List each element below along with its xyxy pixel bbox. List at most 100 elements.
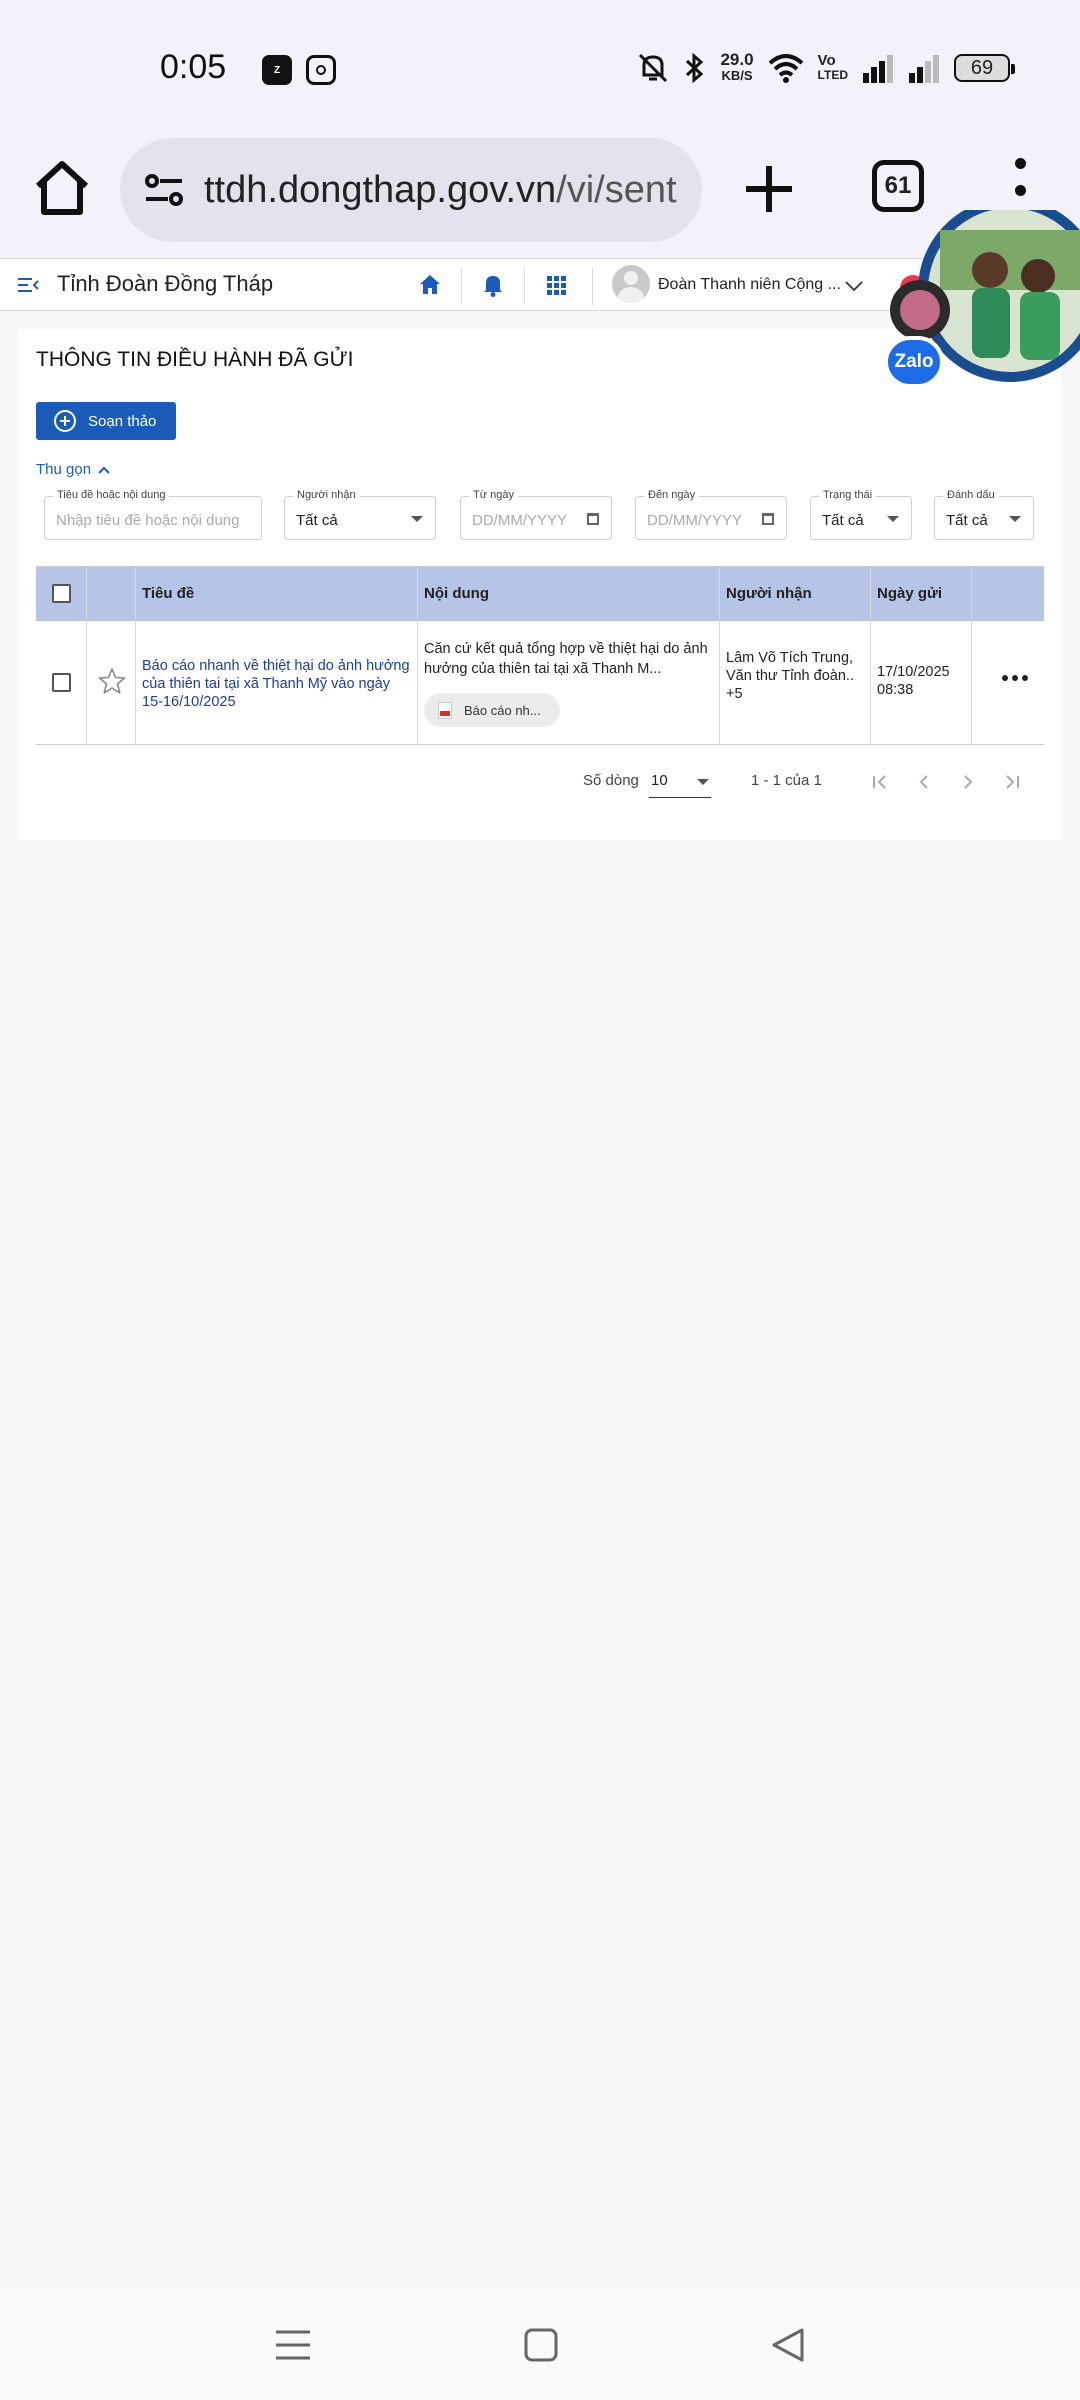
status-label: Trạng thái <box>819 489 877 501</box>
table-header: Tiêu đề Nội dung Người nhận Ngày gửi <box>36 567 1044 621</box>
volte-line1: Vo <box>817 52 836 69</box>
collapse-filters-link[interactable]: Thu gọn <box>36 461 111 478</box>
search-label: Tiêu đề hoặc nội dung <box>53 489 170 501</box>
recipient-value: Tất cả <box>296 512 338 529</box>
row-time: 08:38 <box>877 682 914 698</box>
org-title: Tỉnh Đoàn Đồng Tháp <box>57 271 274 296</box>
mute-icon <box>639 53 668 83</box>
address-bar[interactable]: ttdh.dongthap.gov.vn/vi/sent <box>120 138 702 242</box>
flag-value: Tất cả <box>946 512 988 529</box>
next-page-icon[interactable] <box>956 770 980 794</box>
row-recipient-cell: Lâm Võ Tích Trung, Văn thư Tỉnh đoàn.. +… <box>720 621 871 744</box>
menu-collapse-icon[interactable] <box>16 273 40 297</box>
status-time: 0:05 <box>160 48 227 86</box>
search-input[interactable]: Tiêu đề hoặc nội dung Nhập tiêu đề hoặc … <box>44 489 262 540</box>
url-text: ttdh.dongthap.gov.vn/vi/sent <box>204 169 677 212</box>
net-speed: 29.0 KB/S <box>720 50 754 84</box>
from-date-field[interactable]: Từ ngày DD/MM/YYYY <box>460 489 612 540</box>
dropdown-arrow-icon <box>1009 516 1021 522</box>
battery-indicator: 69 <box>954 54 1015 82</box>
calendar-icon[interactable] <box>762 513 774 525</box>
attachment-chip[interactable]: Báo cáo nh... <box>424 693 560 727</box>
column-header-date: Ngày gửi <box>871 567 972 620</box>
system-nav-bar <box>0 2288 1080 2400</box>
compose-button[interactable]: Soạn thảo <box>36 402 176 440</box>
zalo-icon: Z <box>262 55 292 85</box>
home-square-icon[interactable] <box>514 2318 568 2372</box>
more-options-icon[interactable] <box>1002 675 1028 681</box>
row-checkbox-cell <box>36 621 87 744</box>
recents-icon[interactable] <box>266 2318 320 2372</box>
column-header-content: Nội dung <box>418 567 720 620</box>
net-speed-value: 29.0 <box>720 50 754 69</box>
dropdown-arrow-icon <box>697 779 709 785</box>
apps-grid-icon[interactable] <box>543 272 569 298</box>
to-date-label: Đến ngày <box>644 489 700 501</box>
first-page-icon[interactable] <box>868 770 892 794</box>
row-actions-cell <box>972 621 1044 744</box>
instagram-icon <box>306 55 336 85</box>
status-select[interactable]: Trạng thái Tất cả <box>810 489 912 540</box>
user-name[interactable]: Đoàn Thanh niên Cộng ... <box>658 276 841 294</box>
header-star-cell <box>87 567 136 620</box>
column-header-recipient: Người nhận <box>720 567 871 620</box>
rows-per-page-label: Số dòng <box>583 772 639 789</box>
new-tab-icon[interactable] <box>740 160 798 218</box>
to-date-field[interactable]: Đến ngày DD/MM/YYYY <box>635 489 787 540</box>
header-divider <box>592 267 593 305</box>
wifi-icon <box>768 54 803 83</box>
flag-select[interactable]: Đánh dấu Tất cả <box>934 489 1034 540</box>
pagination: Số dòng 10 1 - 1 của 1 <box>18 772 1062 812</box>
url-host: ttdh.dongthap.gov.vn <box>204 168 557 211</box>
add-circle-icon <box>54 410 76 432</box>
dropdown-arrow-icon <box>887 516 899 522</box>
row-star-cell <box>87 621 136 744</box>
search-placeholder: Nhập tiêu đề hoặc nội dung <box>56 512 240 529</box>
collapse-label: Thu gọn <box>36 461 92 478</box>
prev-page-icon[interactable] <box>912 770 936 794</box>
recipient-line2: Văn thư Tỉnh đoàn.. <box>726 668 854 684</box>
header-divider <box>524 267 525 305</box>
select-all-checkbox[interactable] <box>52 584 71 603</box>
table-row[interactable]: Báo cáo nhanh về thiệt hại do ảnh hưởng … <box>36 621 1044 745</box>
flag-label: Đánh dấu <box>943 489 999 501</box>
status-value: Tất cả <box>822 512 864 529</box>
chevron-up-icon <box>98 466 110 474</box>
back-icon[interactable] <box>762 2318 816 2372</box>
last-page-icon[interactable] <box>1000 770 1024 794</box>
volte-line2: LTED <box>817 68 848 82</box>
row-title-link[interactable]: Báo cáo nhanh về thiệt hại do ảnh hưởng … <box>142 657 413 711</box>
status-icons: 29.0 KB/S Vo LTED 69 <box>636 50 1015 84</box>
volte-indicator: Vo LTED <box>817 52 848 82</box>
row-content-cell: Căn cứ kết quả tổng hợp về thiệt hại do … <box>418 621 720 744</box>
recipient-select[interactable]: Người nhận Tất cả <box>284 489 436 540</box>
row-content-text: Căn cứ kết quả tổng hợp về thiệt hại do … <box>424 641 708 677</box>
chevron-down-icon[interactable] <box>843 275 865 297</box>
column-header-title: Tiêu đề <box>136 567 418 620</box>
home-nav-icon[interactable] <box>417 272 443 298</box>
row-date: 17/10/2025 <box>877 664 950 680</box>
from-date-label: Từ ngày <box>469 489 518 501</box>
compose-label: Soạn thảo <box>88 412 157 430</box>
bluetooth-icon <box>686 52 704 84</box>
site-settings-icon[interactable] <box>142 168 186 212</box>
status-bar: 0:05 Z 29.0 KB/S Vo LTED 69 <box>0 0 1080 130</box>
row-title-cell: Báo cáo nhanh về thiệt hại do ảnh hưởng … <box>136 621 418 744</box>
star-icon[interactable] <box>98 667 126 695</box>
zalo-chip[interactable]: Zalo <box>884 336 944 388</box>
home-icon[interactable] <box>30 156 94 220</box>
page-range: 1 - 1 của 1 <box>751 772 822 789</box>
tab-switcher-button[interactable]: 61 <box>872 160 924 212</box>
signal-icon-1 <box>863 55 893 83</box>
recipient-more: +5 <box>726 686 743 702</box>
to-date-placeholder: DD/MM/YYYY <box>647 512 743 529</box>
avatar[interactable] <box>612 265 650 303</box>
calendar-icon[interactable] <box>587 513 599 525</box>
row-checkbox[interactable] <box>52 673 71 692</box>
bell-icon[interactable] <box>480 272 506 298</box>
rows-per-page-select[interactable]: 10 <box>649 770 711 798</box>
rows-per-page-value: 10 <box>651 772 668 789</box>
pdf-icon <box>438 701 452 719</box>
row-recipient-text: Lâm Võ Tích Trung, Văn thư Tỉnh đoàn.. +… <box>726 649 868 703</box>
recipient-line1: Lâm Võ Tích Trung, <box>726 650 854 666</box>
